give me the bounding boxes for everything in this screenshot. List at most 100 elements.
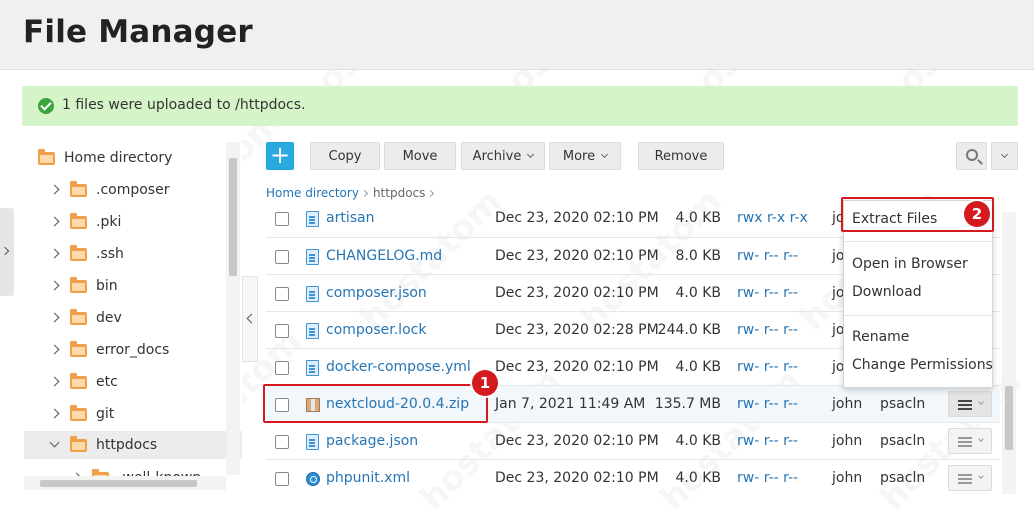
tree-item-label: dev: [96, 310, 122, 326]
file-date: Dec 23, 2020 02:28 PM: [495, 322, 659, 338]
table-row[interactable]: phpunit.xml Dec 23, 2020 02:10 PM 4.0 KB…: [266, 460, 1000, 496]
tree-hscroll-thumb[interactable]: [40, 480, 197, 487]
file-icon: [306, 434, 319, 450]
menu-item-open-in-browser[interactable]: Open in Browser: [852, 256, 968, 272]
file-icon: [306, 249, 319, 265]
tree-item-git[interactable]: git: [48, 400, 114, 428]
search-button[interactable]: [956, 142, 987, 170]
row-menu-button[interactable]: [948, 428, 992, 454]
file-size: 135.7 MB: [654, 396, 721, 412]
row-checkbox[interactable]: [275, 250, 289, 264]
search-options-button[interactable]: [991, 142, 1018, 170]
file-group: psacln: [880, 433, 926, 449]
globe-file-icon: [306, 472, 320, 486]
page-header: File Manager: [0, 0, 1034, 70]
file-size: 4.0 KB: [675, 470, 722, 486]
file-permissions-link[interactable]: rw- r-- r--: [737, 248, 798, 264]
file-list-scrollbar[interactable]: [1002, 212, 1016, 494]
file-permissions-link[interactable]: rw- r-- r--: [737, 470, 798, 486]
file-permissions-link[interactable]: rwx r-x r-x: [737, 210, 808, 226]
tree-item-error-docs[interactable]: error_docs: [48, 336, 169, 364]
copy-button[interactable]: Copy: [310, 142, 380, 170]
folder-icon: [70, 180, 87, 197]
copy-label: Copy: [328, 148, 362, 164]
tree-item-httpdocs[interactable]: httpdocs: [24, 431, 242, 459]
tree-item-bin[interactable]: bin: [48, 272, 118, 300]
row-checkbox[interactable]: [275, 361, 289, 375]
chevron-right-icon[interactable]: [48, 247, 62, 261]
chevron-right-icon[interactable]: [48, 183, 62, 197]
menu-item-download[interactable]: Download: [852, 284, 922, 300]
more-button[interactable]: More: [549, 142, 621, 170]
file-permissions-link[interactable]: rw- r-- r--: [737, 322, 798, 338]
file-size: 4.0 KB: [675, 359, 722, 375]
chevron-down-icon: [978, 399, 984, 405]
chevron-down-icon[interactable]: [48, 438, 62, 452]
expand-sidebar-tab[interactable]: [0, 208, 14, 296]
file-permissions-link[interactable]: rw- r-- r--: [737, 359, 798, 375]
row-checkbox[interactable]: [275, 324, 289, 338]
file-date: Dec 23, 2020 02:10 PM: [495, 359, 659, 375]
tree-item-label: bin: [96, 278, 118, 294]
chevron-right-icon[interactable]: [48, 407, 62, 421]
tree-item-pki[interactable]: .pki: [48, 208, 121, 236]
breadcrumb-current: httpdocs: [372, 186, 426, 200]
move-button[interactable]: Move: [384, 142, 456, 170]
tree-item-etc[interactable]: etc: [48, 368, 118, 396]
folder-icon: [38, 148, 55, 165]
menu-item-rename[interactable]: Rename: [852, 329, 909, 345]
tree-item-home[interactable]: Home directory: [38, 144, 172, 172]
folder-icon: [70, 308, 87, 325]
breadcrumb-home-link[interactable]: Home directory: [266, 186, 359, 200]
more-label: More: [562, 148, 596, 164]
file-size: 244.0 KB: [657, 322, 721, 338]
file-date: Dec 23, 2020 02:10 PM: [495, 285, 659, 301]
tree-item-ssh[interactable]: .ssh: [48, 240, 124, 268]
menu-item-change-permissions[interactable]: Change Permissions: [852, 357, 993, 373]
tree-scroll-thumb[interactable]: [229, 158, 237, 276]
file-permissions-link[interactable]: rw- r-- r--: [737, 433, 798, 449]
file-date: Dec 23, 2020 02:10 PM: [495, 470, 659, 486]
tree-item-composer[interactable]: .composer: [48, 176, 169, 204]
tree-item-label: .composer: [96, 182, 170, 198]
file-permissions-link[interactable]: rw- r-- r--: [737, 396, 798, 412]
row-checkbox[interactable]: [275, 435, 289, 449]
file-name-link[interactable]: artisan: [326, 210, 374, 226]
remove-button[interactable]: Remove: [638, 142, 724, 170]
file-list-scroll-thumb[interactable]: [1005, 386, 1013, 450]
chevron-right-icon[interactable]: [48, 375, 62, 389]
check-circle-icon: [38, 98, 54, 114]
menu-divider: [844, 315, 992, 316]
file-name-link[interactable]: docker-compose.yml: [326, 359, 471, 375]
file-user: john: [832, 470, 863, 486]
hamburger-icon: [958, 437, 972, 439]
file-name-link[interactable]: package.json: [326, 433, 418, 449]
chevron-right-icon[interactable]: [48, 311, 62, 325]
file-name-link[interactable]: phpunit.xml: [326, 470, 410, 486]
file-name-link[interactable]: composer.lock: [326, 322, 426, 338]
search-icon: [966, 149, 978, 161]
hamburger-icon: [958, 400, 972, 402]
menu-divider: [844, 241, 992, 242]
file-date: Jan 7, 2021 11:49 AM: [495, 396, 646, 412]
file-permissions-link[interactable]: rw- r-- r--: [737, 285, 798, 301]
folder-icon: [70, 340, 87, 357]
file-group: psacln: [880, 396, 926, 412]
chevron-right-icon[interactable]: [48, 215, 62, 229]
row-checkbox[interactable]: [275, 472, 289, 486]
row-menu-button[interactable]: [948, 391, 992, 417]
file-name-link[interactable]: composer.json: [326, 285, 427, 301]
tree-item-dev[interactable]: dev: [48, 304, 122, 332]
annotation-step-1: 1: [472, 370, 498, 396]
collapse-tree-handle[interactable]: [242, 276, 258, 362]
file-date: Dec 23, 2020 02:10 PM: [495, 248, 659, 264]
chevron-right-icon[interactable]: [48, 343, 62, 357]
table-row[interactable]: package.json Dec 23, 2020 02:10 PM 4.0 K…: [266, 423, 1000, 460]
row-checkbox[interactable]: [275, 287, 289, 301]
archive-button[interactable]: Archive: [461, 142, 545, 170]
chevron-right-icon[interactable]: [48, 279, 62, 293]
row-checkbox[interactable]: [275, 212, 289, 226]
file-name-link[interactable]: CHANGELOG.md: [326, 248, 442, 264]
row-menu-button[interactable]: [948, 465, 992, 491]
add-button[interactable]: +: [266, 142, 294, 170]
